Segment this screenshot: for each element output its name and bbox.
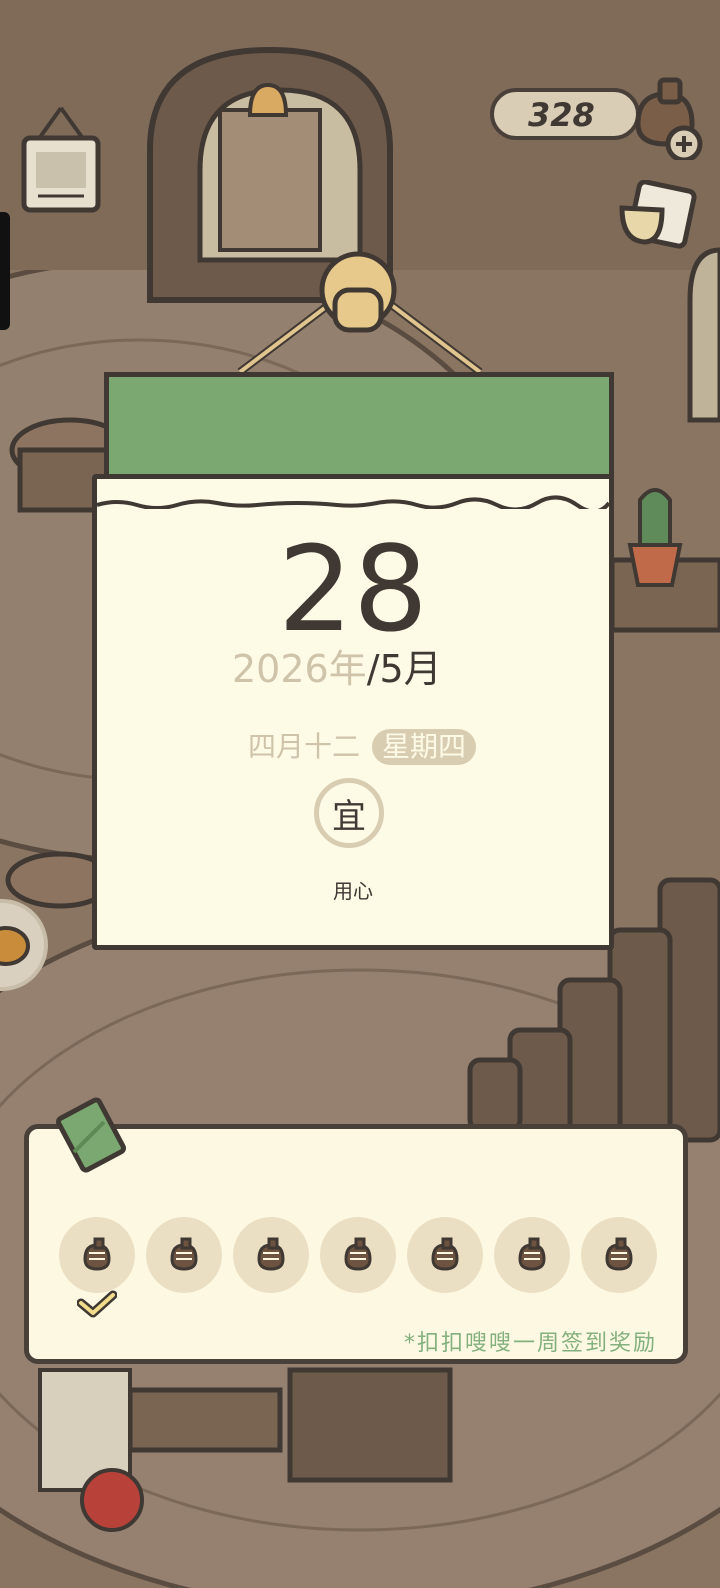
notice-board-icon[interactable] [18, 100, 104, 220]
clover-icon [431, 1237, 459, 1271]
year-text: 2026年 [232, 647, 367, 691]
clover-icon [518, 1237, 546, 1271]
year-month: 2026年/5月 [232, 650, 442, 688]
daily-calendar[interactable]: 28 2026年/5月 四月十二 星期四 宜 用心 [92, 372, 622, 954]
clover-icon [257, 1237, 285, 1271]
signin-day-1[interactable] [59, 1217, 135, 1293]
torn-edge [97, 495, 609, 509]
signin-day-6[interactable] [494, 1217, 570, 1293]
day-number: 28 [277, 520, 429, 658]
bread-icon[interactable] [0, 898, 48, 992]
weekday-badge: 星期四 [372, 729, 477, 765]
clover-icon [83, 1237, 111, 1271]
add-clover-button[interactable] [626, 74, 704, 160]
reward-note: *扣扣嗖嗖一周签到奖励 [403, 1331, 657, 1356]
yi-badge: 宜 [314, 778, 384, 848]
signin-day-5[interactable] [407, 1217, 483, 1293]
signin-day-7[interactable] [581, 1217, 657, 1293]
clover-icon [170, 1237, 198, 1271]
clover-count: 328 [528, 96, 595, 134]
lunar-date: 四月十二 [248, 730, 361, 763]
mug-icon[interactable] [614, 180, 700, 256]
clover-counter: 328 [490, 88, 640, 140]
clover-icon [344, 1237, 372, 1271]
yi-text: 用心 [333, 879, 373, 903]
calendar-header [104, 372, 614, 480]
clover-icon [605, 1237, 633, 1271]
check-icon [77, 1290, 117, 1318]
signin-day-4[interactable] [320, 1217, 396, 1293]
side-tab [0, 212, 10, 330]
month-text: /5月 [366, 647, 442, 691]
lunar-row: 四月十二 星期四 [248, 729, 477, 765]
signin-day-2[interactable] [146, 1217, 222, 1293]
clover-tag-icon [55, 1097, 127, 1173]
signin-day-3[interactable] [233, 1217, 309, 1293]
